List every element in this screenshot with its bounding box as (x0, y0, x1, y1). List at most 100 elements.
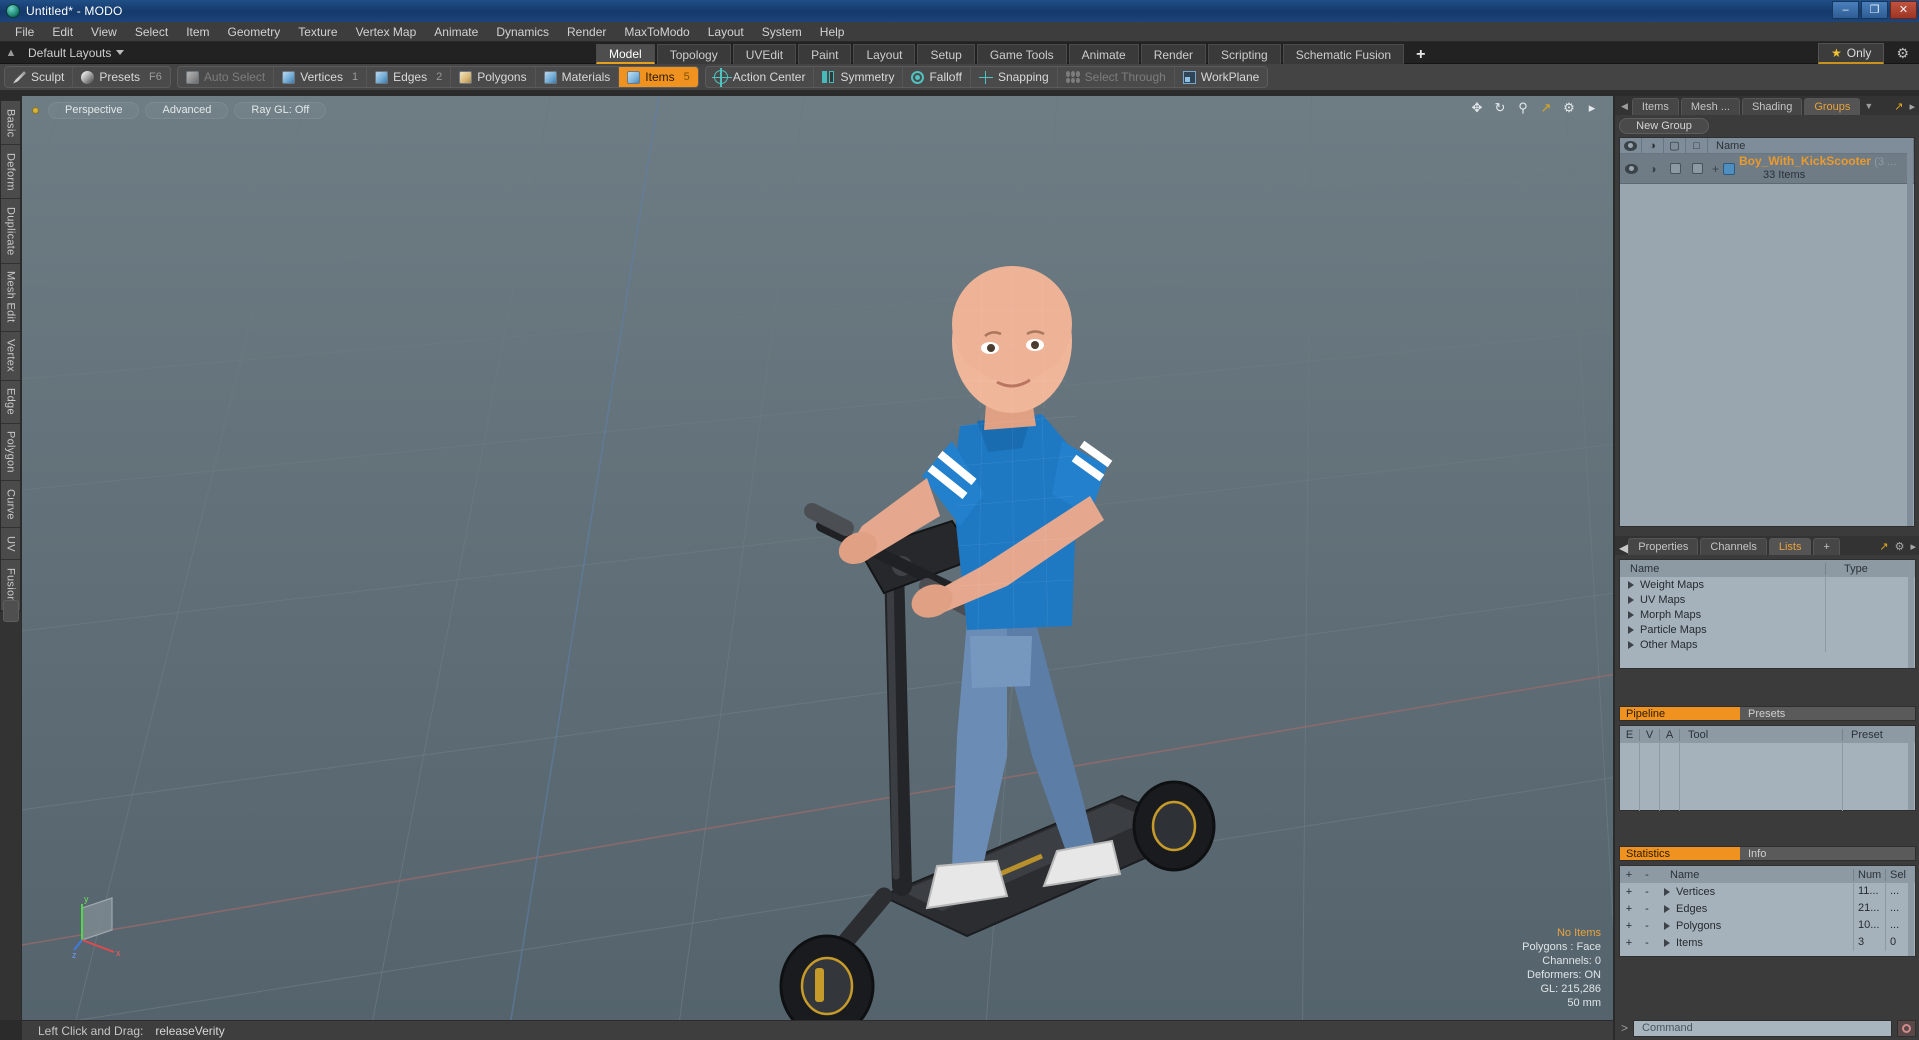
minimize-button[interactable]: – (1832, 1, 1859, 19)
stat-row-plus-button[interactable]: + (1620, 920, 1638, 932)
pipeline-table[interactable]: E V A Tool Preset (1619, 725, 1916, 811)
table-row[interactable]: + - Edges 21...... (1620, 900, 1915, 917)
expand-icon[interactable]: ↗ (1894, 100, 1903, 113)
tab-pipeline[interactable]: Pipeline (1620, 707, 1740, 720)
menu-item-file[interactable]: File (6, 22, 43, 42)
menu-item-animate[interactable]: Animate (425, 22, 487, 42)
mode-button-sculpt[interactable]: Sculpt (5, 67, 74, 87)
left-toolbox-extra-button[interactable] (3, 600, 19, 622)
pipeline-scrollbar[interactable] (1908, 726, 1914, 810)
menu-item-geometry[interactable]: Geometry (219, 22, 290, 42)
layout-tab-setup[interactable]: Setup (917, 44, 975, 64)
lists-add-tab[interactable]: + (1813, 538, 1840, 555)
mode-button-materials[interactable]: Materials (536, 67, 620, 87)
menu-item-layout[interactable]: Layout (699, 22, 753, 42)
mode-button-snapping[interactable]: Snapping (971, 67, 1058, 87)
menu-item-item[interactable]: Item (177, 22, 218, 42)
lists-tab-channels[interactable]: Channels (1700, 538, 1767, 555)
layout-tab-paint[interactable]: Paint (798, 44, 852, 64)
chevron-right-icon[interactable]: ▸ (1910, 540, 1916, 553)
row-box-icon[interactable] (1664, 163, 1686, 174)
tab-statistics[interactable]: Statistics (1620, 847, 1740, 860)
expand-triangle-icon[interactable] (1628, 640, 1634, 649)
expand-triangle-icon[interactable] (1664, 938, 1670, 947)
gear-icon[interactable]: ⚙ (1895, 540, 1905, 553)
box-outline-icon[interactable]: □ (1686, 137, 1708, 154)
mode-button-polygons[interactable]: Polygons (451, 67, 536, 87)
mode-button-vertices[interactable]: Vertices 1 (274, 67, 368, 87)
lists-tab-properties[interactable]: Properties (1628, 538, 1699, 555)
record-icon[interactable] (1897, 1019, 1916, 1037)
row-render-icon[interactable]: ◑ (1642, 162, 1664, 176)
layout-tab-schematic-fusion[interactable]: Schematic Fusion (1282, 44, 1405, 64)
statistics-scrollbar[interactable] (1908, 866, 1914, 956)
stat-row-minus-button[interactable]: - (1638, 903, 1656, 915)
menu-item-dynamics[interactable]: Dynamics (487, 22, 558, 42)
menu-item-texture[interactable]: Texture (289, 22, 346, 42)
mode-button-presets[interactable]: Presets F6 (73, 67, 170, 87)
left-tab-deform[interactable]: Deform (1, 145, 20, 200)
panel-tab-shading[interactable]: Shading (1741, 98, 1803, 115)
panel-tab-groups[interactable]: Groups (1804, 98, 1861, 115)
lists-scroll-left-icon[interactable]: ◀ (1619, 541, 1628, 555)
left-tab-duplicate[interactable]: Duplicate (1, 199, 20, 264)
mode-button-falloff[interactable]: Falloff (903, 67, 971, 87)
viewport-raygl-button[interactable]: Ray GL: Off (234, 101, 327, 119)
table-row[interactable]: + - Vertices 11...... (1620, 883, 1915, 900)
layout-tab-animate[interactable]: Animate (1068, 44, 1139, 64)
mode-button-symmetry[interactable]: Symmetry (814, 67, 904, 87)
expand-triangle-icon[interactable] (1628, 580, 1634, 589)
expand-triangle-icon[interactable] (1664, 904, 1670, 913)
stat-row-minus-button[interactable]: - (1638, 937, 1656, 949)
list-item[interactable]: Morph Maps (1620, 607, 1915, 622)
layout-tab-game-tools[interactable]: Game Tools (976, 44, 1067, 64)
menu-item-view[interactable]: View (82, 22, 126, 42)
list-item[interactable]: Other Maps (1620, 637, 1915, 652)
gear-icon[interactable]: ⚙ (1890, 45, 1915, 62)
close-button[interactable]: ✕ (1890, 1, 1917, 19)
layout-tab-render[interactable]: Render (1140, 44, 1207, 64)
row-box-outline-icon[interactable] (1686, 163, 1708, 174)
viewport-shading-button[interactable]: Advanced (145, 101, 229, 119)
expand-icon[interactable]: ↗ (1879, 540, 1888, 553)
expand-triangle-icon[interactable] (1628, 595, 1634, 604)
tab-presets[interactable]: Presets (1740, 707, 1915, 720)
group-list-scrollbar[interactable] (1907, 138, 1913, 526)
layout-tab-topology[interactable]: Topology (656, 44, 731, 64)
command-input[interactable]: Command (1633, 1019, 1892, 1037)
menu-item-vertex-map[interactable]: Vertex Map (347, 22, 426, 42)
box-icon[interactable]: ▢ (1664, 137, 1686, 154)
layout-tab-uvedit[interactable]: UVEdit (732, 44, 797, 64)
eye-icon[interactable] (1620, 137, 1642, 154)
mode-button-action-center[interactable]: Action Center (706, 67, 815, 87)
chevron-right-icon[interactable]: ▸ (1585, 100, 1599, 115)
menu-item-edit[interactable]: Edit (43, 22, 82, 42)
stat-row-minus-button[interactable]: - (1638, 886, 1656, 898)
tab-info[interactable]: Info (1740, 847, 1915, 860)
maps-list-scrollbar[interactable] (1908, 560, 1914, 668)
layout-tab-layout[interactable]: Layout (853, 44, 916, 64)
left-tab-vertex[interactable]: Vertex (1, 331, 20, 381)
list-item[interactable]: Weight Maps (1620, 577, 1915, 592)
chevron-down-icon[interactable]: ▼ (1862, 101, 1877, 115)
menu-item-maxtomodo[interactable]: MaxToModo (615, 22, 698, 42)
panel-tab-items[interactable]: Items (1631, 98, 1679, 115)
mode-button-select-through[interactable]: Select Through (1058, 67, 1175, 87)
home-icon[interactable]: ▲ (0, 43, 22, 63)
left-tab-basic[interactable]: Basic (1, 101, 20, 146)
viewport-gear-icon[interactable]: ⚙ (1562, 100, 1576, 115)
left-tab-polygon[interactable]: Polygon (1, 423, 20, 482)
table-row[interactable]: ◑ + Boy_With_KickScooter (3 ... 33 Items (1620, 154, 1914, 184)
mode-button-workplane[interactable]: WorkPlane (1175, 67, 1267, 87)
expand-triangle-icon[interactable] (1664, 921, 1670, 930)
default-layouts-dropdown[interactable]: Default Layouts (22, 46, 130, 60)
viewport-perspective-button[interactable]: Perspective (48, 101, 140, 119)
menu-item-help[interactable]: Help (811, 22, 854, 42)
stat-row-plus-button[interactable]: + (1620, 903, 1638, 915)
left-tab-edge[interactable]: Edge (1, 380, 20, 424)
layout-tab-scripting[interactable]: Scripting (1208, 44, 1281, 64)
3d-viewport[interactable]: Perspective Advanced Ray GL: Off ✥ ↻ ⚲ ↗… (22, 96, 1613, 1020)
left-tab-mesh-edit[interactable]: Mesh Edit (1, 263, 20, 332)
layout-tab-model[interactable]: Model (596, 44, 655, 64)
mode-button-edges[interactable]: Edges 2 (367, 67, 452, 87)
